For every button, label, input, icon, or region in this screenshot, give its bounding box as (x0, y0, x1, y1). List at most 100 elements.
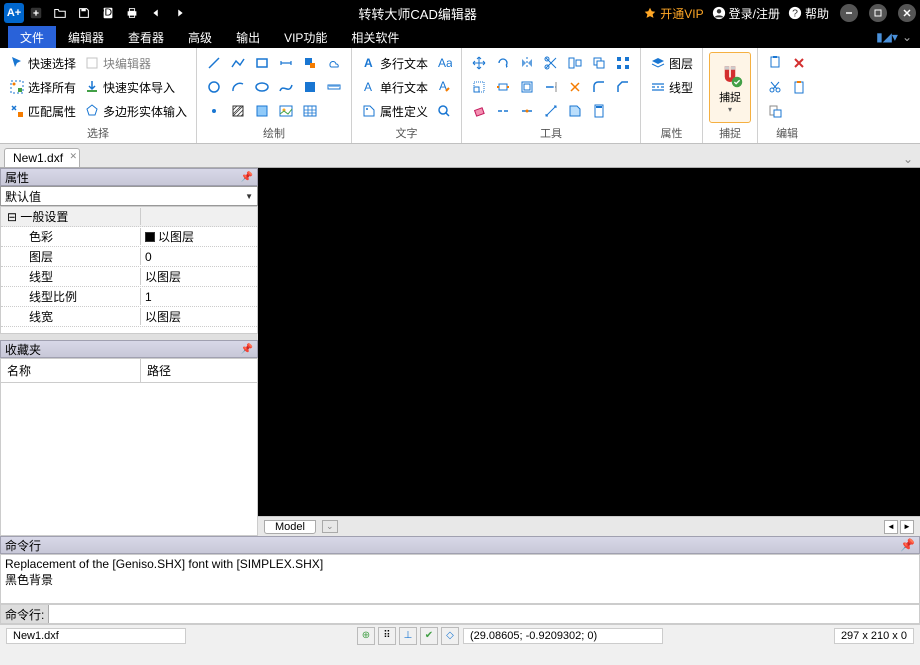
minimize-button[interactable] (840, 4, 858, 22)
status-snap-icon[interactable]: ⊕ (357, 627, 375, 645)
offset-icon[interactable] (516, 76, 538, 98)
hatch-icon[interactable] (227, 100, 249, 122)
collapse-ribbon-icon[interactable]: ⌄ (902, 30, 912, 44)
open-vip-button[interactable]: 开通VIP (643, 5, 703, 22)
tab-related[interactable]: 相关软件 (339, 26, 411, 48)
layer-combo[interactable]: 默认值▼ (0, 186, 258, 206)
poly-input-button[interactable]: 多边形实体输入 (81, 100, 190, 122)
stext-button[interactable]: A单行文本 (358, 76, 431, 98)
new-file-icon[interactable] (25, 2, 47, 24)
image-icon[interactable] (275, 100, 297, 122)
arc-icon[interactable] (227, 76, 249, 98)
fillet-icon[interactable] (588, 76, 610, 98)
tab-file[interactable]: 文件 (8, 26, 56, 48)
calculator-icon[interactable] (588, 100, 610, 122)
stretch-icon[interactable] (492, 76, 514, 98)
block-insert-icon[interactable] (299, 52, 321, 74)
status-ortho-icon[interactable]: ⊥ (399, 627, 417, 645)
mirror-icon[interactable] (516, 52, 538, 74)
attdef-button[interactable]: 属性定义 (358, 100, 431, 122)
text-style-icon[interactable]: Aa (433, 52, 455, 74)
prop-row-linetype[interactable]: 线型以图层 (1, 267, 257, 287)
rotate-icon[interactable] (492, 52, 514, 74)
col-path[interactable]: 路径 (141, 359, 257, 382)
pin-icon[interactable]: 📌 (241, 172, 253, 183)
pin-icon[interactable]: 📌 (241, 344, 253, 355)
prop-section[interactable]: ⊟ 一般设置 (1, 207, 257, 227)
circle-icon[interactable] (203, 76, 225, 98)
status-polar-icon[interactable]: ✔ (420, 627, 438, 645)
region-icon[interactable] (251, 100, 273, 122)
command-panel-header[interactable]: 命令行 📌 (0, 536, 920, 554)
properties-panel-header[interactable]: 属性 📌 (0, 168, 258, 186)
polyline-icon[interactable] (227, 52, 249, 74)
cut-icon[interactable] (764, 76, 786, 98)
scale-icon[interactable] (468, 76, 490, 98)
extend-icon[interactable] (540, 76, 562, 98)
redo-icon[interactable] (169, 2, 191, 24)
prop-row-color[interactable]: 色彩以图层 (1, 227, 257, 247)
favorites-panel-header[interactable]: 收藏夹 📌 (0, 340, 258, 358)
join-icon[interactable] (516, 100, 538, 122)
scroll-right-icon[interactable]: ► (900, 520, 914, 534)
ruler-icon[interactable] (323, 76, 345, 98)
style-icon[interactable]: ▮◢▾ (876, 30, 898, 44)
clipboard-copy-icon[interactable] (764, 52, 786, 74)
open-file-icon[interactable] (49, 2, 71, 24)
status-grid-icon[interactable]: ⠿ (378, 627, 396, 645)
area-icon[interactable] (564, 100, 586, 122)
tabs-expand-icon[interactable]: ⌄ (900, 151, 916, 167)
snap-button[interactable]: 捕捉 ▾ (709, 52, 751, 123)
prop-row-lineweight[interactable]: 线宽以图层 (1, 307, 257, 327)
copy-icon[interactable] (588, 52, 610, 74)
cloud-icon[interactable] (323, 52, 345, 74)
maximize-button[interactable] (869, 4, 887, 22)
tab-editor[interactable]: 编辑器 (56, 26, 116, 48)
hatch-fill-icon[interactable] (299, 76, 321, 98)
favorites-list[interactable] (0, 383, 258, 536)
explode-icon[interactable] (564, 76, 586, 98)
login-button[interactable]: 登录/注册 (712, 5, 780, 22)
array-icon[interactable] (612, 52, 634, 74)
block-editor-button[interactable]: 块编辑器 (81, 52, 190, 74)
erase-icon[interactable] (468, 100, 490, 122)
select-all-button[interactable]: 选择所有 (6, 76, 79, 98)
point-icon[interactable] (203, 100, 225, 122)
prop-row-ltscale[interactable]: 线型比例1 (1, 287, 257, 307)
col-name[interactable]: 名称 (1, 359, 141, 382)
text-edit-icon[interactable]: A (433, 76, 455, 98)
table-icon[interactable] (299, 100, 321, 122)
command-log[interactable]: Replacement of the [Geniso.SHX] font wit… (0, 554, 920, 604)
undo-icon[interactable] (145, 2, 167, 24)
close-button[interactable] (898, 4, 916, 22)
spline-icon[interactable] (275, 76, 297, 98)
tab-dropdown-icon[interactable]: ⌄ (322, 520, 338, 533)
document-tab[interactable]: New1.dxf✕ (4, 148, 80, 167)
break-icon[interactable] (492, 100, 514, 122)
paste-icon[interactable] (788, 76, 810, 98)
tab-output[interactable]: 输出 (224, 26, 272, 48)
rect-icon[interactable] (251, 52, 273, 74)
layer-button[interactable]: 图层 (647, 52, 696, 74)
move-icon[interactable] (468, 52, 490, 74)
scroll-left-icon[interactable]: ◄ (884, 520, 898, 534)
quick-select-button[interactable]: 快速选择 (6, 52, 79, 74)
model-tab[interactable]: Model (264, 520, 316, 534)
delete-icon[interactable] (788, 52, 810, 74)
ellipse-icon[interactable] (251, 76, 273, 98)
line-icon[interactable] (203, 52, 225, 74)
status-osnap-icon[interactable]: ◇ (441, 627, 459, 645)
command-input[interactable] (49, 605, 919, 623)
mtext-button[interactable]: A多行文本 (358, 52, 431, 74)
prop-row-layer[interactable]: 图层0 (1, 247, 257, 267)
trim-icon[interactable] (540, 52, 562, 74)
pdf-icon[interactable]: PDF (97, 2, 119, 24)
tab-advanced[interactable]: 高级 (176, 26, 224, 48)
drawing-canvas[interactable] (258, 168, 920, 516)
tab-vip[interactable]: VIP功能 (272, 26, 339, 48)
find-icon[interactable] (433, 100, 455, 122)
save-icon[interactable] (73, 2, 95, 24)
align-icon[interactable] (564, 52, 586, 74)
dimension-icon[interactable] (275, 52, 297, 74)
pin-icon[interactable]: 📌 (900, 538, 915, 552)
